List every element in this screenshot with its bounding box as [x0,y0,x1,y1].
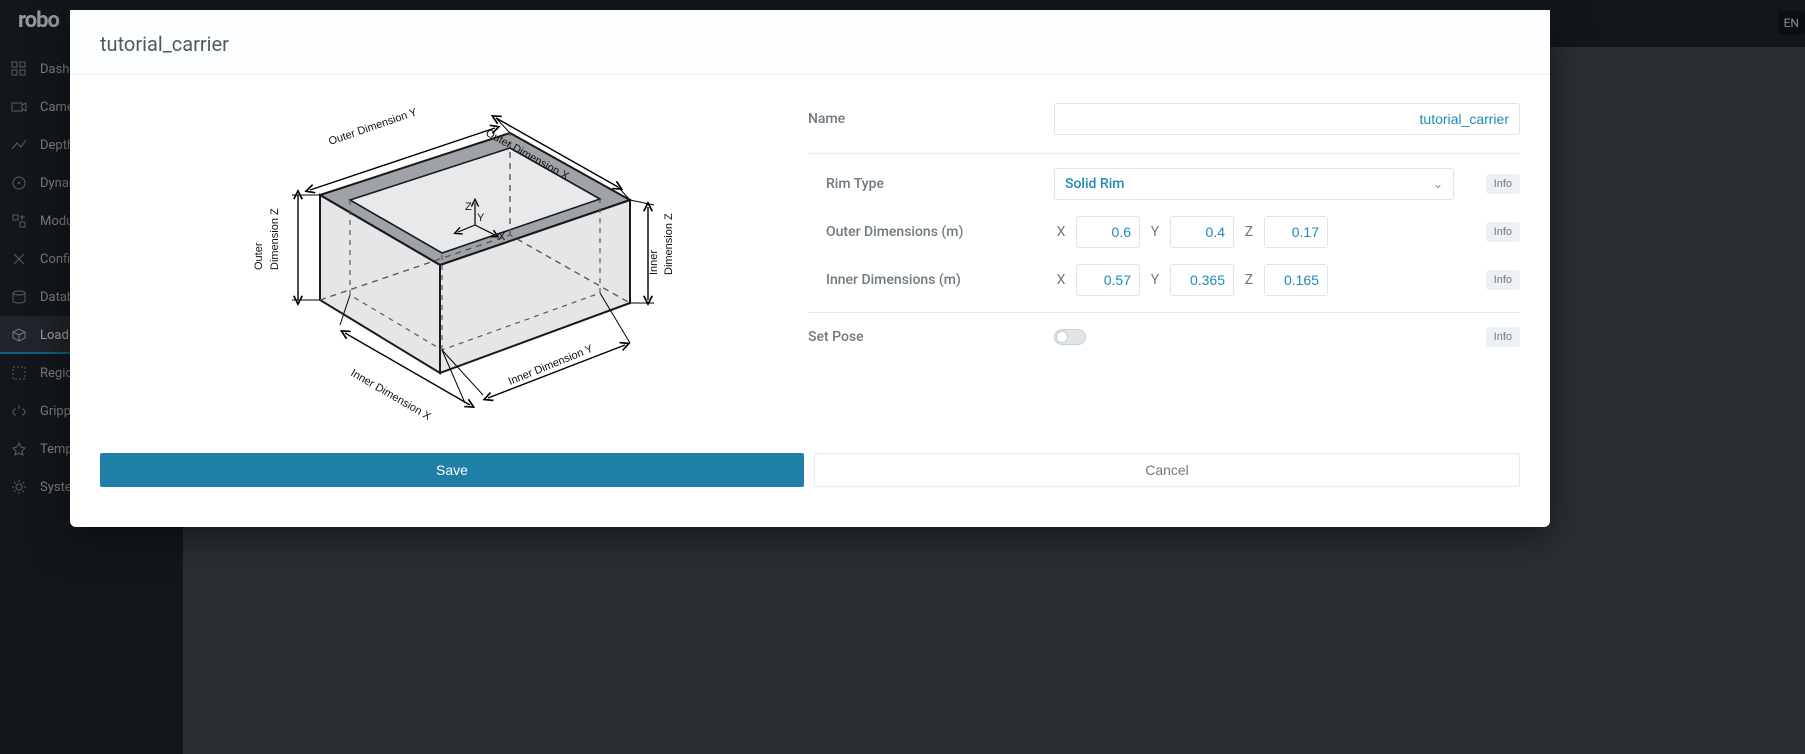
axis-z-label: Z [1242,272,1256,288]
pose-info-button[interactable]: Info [1486,327,1520,347]
set-pose-row: Set Pose Info [808,319,1520,355]
name-label: Name [808,111,1038,127]
chevron-down-icon: ⌄ [1433,177,1443,191]
name-row: Name [808,95,1520,154]
form-column: Name Rim Type Solid Rim ⌄ Info Outer Dim… [808,95,1520,435]
rim-type-info-button[interactable]: Info [1486,174,1520,194]
outer-info-button[interactable]: Info [1486,222,1520,242]
diagram-axis-z: Z [465,201,472,213]
inner-dim-label: Inner Dimensions (m) [808,272,1038,288]
carrier-modal: tutorial_carrier [70,10,1550,527]
inner-dim-row: Inner Dimensions (m) X Y Z Info [808,256,1520,313]
svg-text:Outer: Outer [253,242,265,270]
dimension-diagram: Z X Y Outer Dimen [100,95,780,435]
set-pose-label: Set Pose [808,329,1038,345]
inner-z-input[interactable] [1264,264,1328,296]
rim-type-label: Rim Type [808,176,1038,192]
diagram-axis-x: X [498,231,506,243]
diagram-axis-y: Y [477,212,485,224]
diagram-label-inner-x: Inner Dimension X [349,367,434,423]
inner-x-input[interactable] [1076,264,1140,296]
inner-info-button[interactable]: Info [1486,270,1520,290]
axis-y-label: Y [1148,224,1162,240]
outer-x-input[interactable] [1076,216,1140,248]
axis-y-label: Y [1148,272,1162,288]
name-input[interactable] [1054,103,1520,135]
axis-x-label: X [1054,224,1068,240]
save-button[interactable]: Save [100,453,804,487]
diagram-label-outer-y: Outer Dimension Y [327,106,419,148]
rim-type-select[interactable]: Solid Rim ⌄ [1054,168,1454,200]
rim-type-value: Solid Rim [1065,176,1125,192]
cancel-button[interactable]: Cancel [814,453,1520,487]
rim-type-row: Rim Type Solid Rim ⌄ Info [808,160,1520,208]
modal-title: tutorial_carrier [70,10,1550,75]
outer-y-input[interactable] [1170,216,1234,248]
svg-text:Dimension Z: Dimension Z [269,208,281,270]
svg-text:Inner: Inner [648,250,660,275]
svg-text:Dimension Z: Dimension Z [663,213,675,275]
modal-body: Z X Y Outer Dimen [70,75,1550,445]
modal-footer: Save Cancel [70,445,1550,527]
outer-z-input[interactable] [1264,216,1328,248]
toggle-knob [1056,331,1068,343]
inner-y-input[interactable] [1170,264,1234,296]
diagram-label-inner-y: Inner Dimension Y [507,343,596,388]
outer-dim-row: Outer Dimensions (m) X Y Z Info [808,208,1520,256]
set-pose-toggle[interactable] [1054,329,1086,345]
outer-dim-label: Outer Dimensions (m) [808,224,1038,240]
axis-z-label: Z [1242,224,1256,240]
axis-x-label: X [1054,272,1068,288]
